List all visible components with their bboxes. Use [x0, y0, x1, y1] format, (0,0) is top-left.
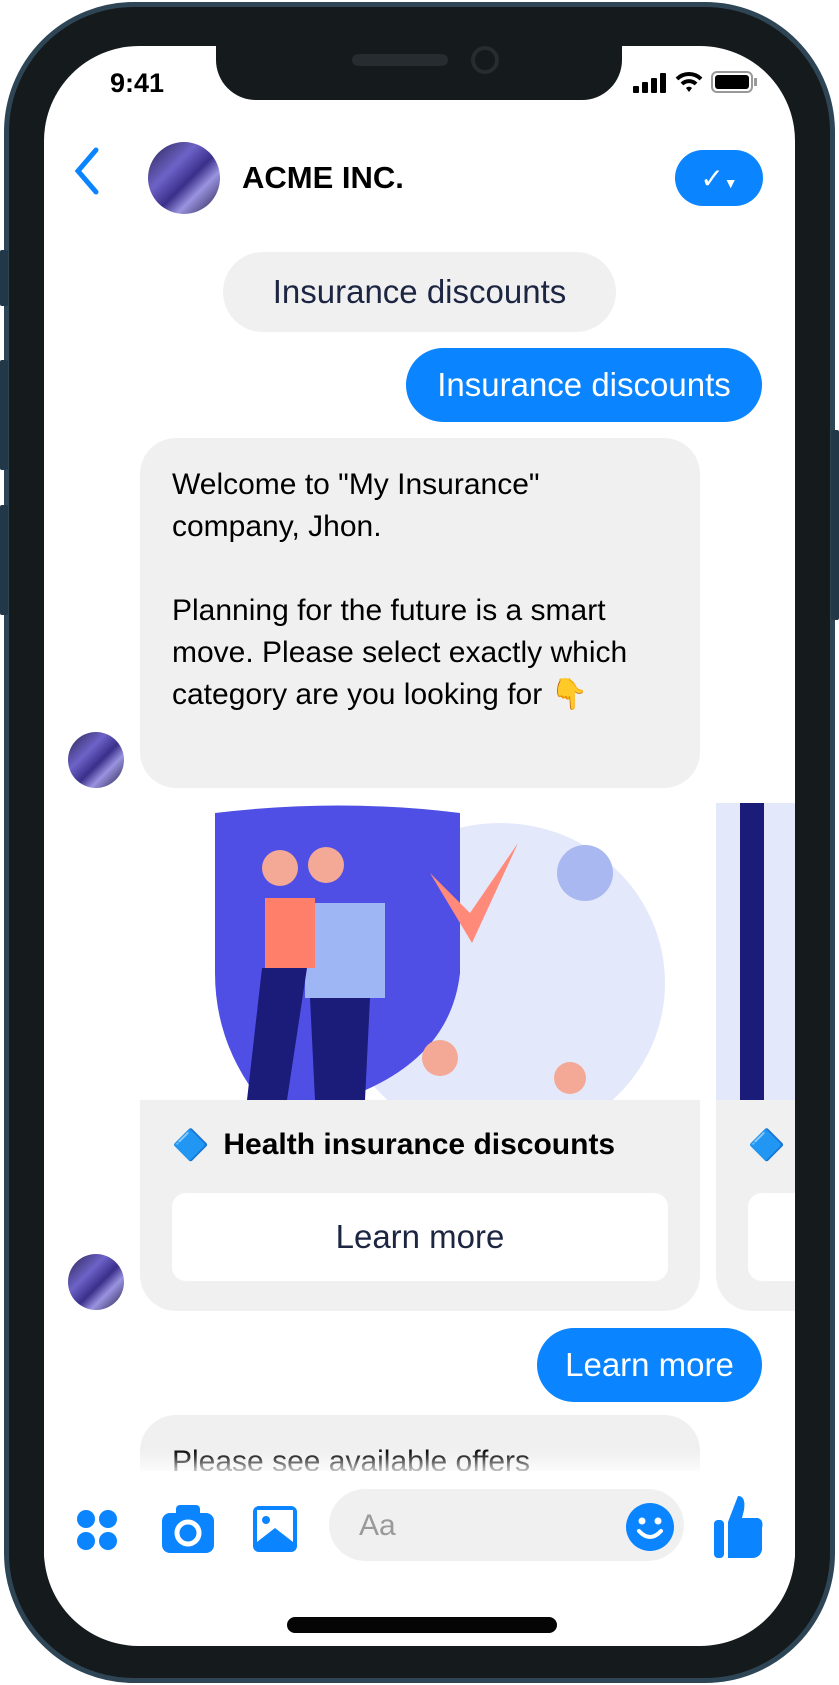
status-time: 9:41: [110, 68, 165, 98]
wifi-icon: [675, 72, 703, 92]
image-icon[interactable]: [253, 1506, 297, 1552]
battery-icon: [711, 71, 757, 93]
card-body: 🔷 Health insurance discounts Learn more: [140, 1100, 700, 1311]
mute-switch: [0, 250, 8, 306]
card-title: Health insurance discounts: [223, 1128, 616, 1161]
signal-icon: [633, 73, 666, 93]
learn-more-button[interactable]: Learn more: [172, 1193, 668, 1281]
card-health: 🔷 Health insurance discounts Learn more: [140, 803, 700, 1311]
back-button[interactable]: [72, 146, 112, 196]
volume-up: [0, 360, 8, 470]
family-insurance-illustration: [140, 803, 700, 1100]
user-message: Insurance discounts: [406, 348, 762, 422]
power-button: [831, 430, 839, 620]
learn-more-button-2[interactable]: [748, 1193, 795, 1281]
user-message: Learn more: [537, 1328, 762, 1402]
quick-reply-label: Insurance discounts: [223, 252, 616, 332]
carousel[interactable]: 🔷 Health insurance discounts Learn more …: [140, 803, 795, 1311]
card-2[interactable]: 🔷: [716, 803, 795, 1311]
emoji-icon[interactable]: [626, 1503, 674, 1551]
status-icons: [633, 71, 757, 93]
check-dropdown-icon: ✓▼: [700, 162, 738, 194]
contact-avatar[interactable]: [148, 142, 220, 214]
message-placeholder: Aa: [359, 1509, 396, 1542]
bot-avatar: [68, 732, 124, 788]
bot-avatar: [68, 1254, 124, 1310]
chevron-left-icon: [74, 147, 99, 195]
screen: 9:41 ACME INC. ✓▼ Insurance discounts In…: [44, 46, 795, 1646]
contact-name: ACME INC.: [242, 160, 404, 195]
bot-message: Welcome to "My Insurance" company, Jhon.…: [140, 438, 700, 788]
check-dropdown-button[interactable]: ✓▼: [675, 150, 763, 206]
diamond-icon: 🔷: [172, 1129, 210, 1162]
camera-icon[interactable]: [162, 1505, 214, 1553]
notch: [216, 46, 622, 100]
apps-icon[interactable]: [76, 1509, 118, 1551]
diamond-icon: 🔷: [748, 1129, 786, 1162]
thumbs-up-icon[interactable]: [714, 1496, 764, 1558]
volume-down: [0, 505, 8, 615]
home-indicator: [287, 1617, 557, 1633]
